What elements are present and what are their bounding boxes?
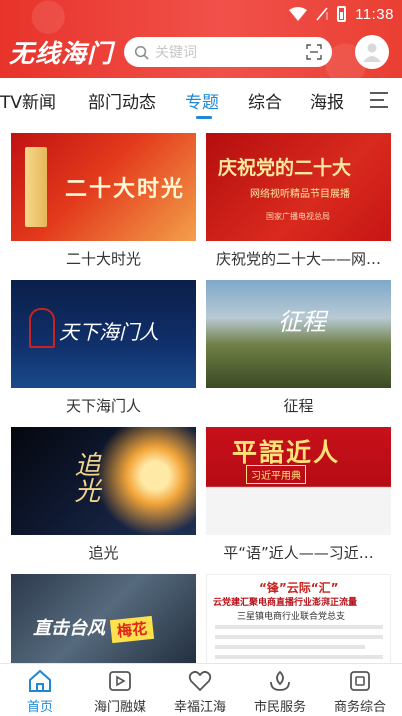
menu-icon[interactable] (370, 92, 390, 108)
topic-card[interactable]: 庆祝党的二十大 网络视听精品节目展播 国家广播电视总局 庆祝党的二十大——网… (206, 133, 391, 269)
service-icon (270, 670, 290, 691)
nav-label: 幸福江海 (173, 700, 226, 715)
status-time: 11:38 (355, 5, 394, 23)
text-line (215, 655, 383, 659)
card-caption: 追光 (88, 544, 119, 562)
tab-special-topics[interactable]: 专题 (185, 88, 219, 113)
thumb-title: 庆祝党的二十大 (218, 157, 352, 179)
avatar[interactable] (355, 35, 389, 69)
tab-general[interactable]: 综合 (248, 88, 282, 113)
thumb-badge: 梅花 (109, 615, 155, 644)
tab-tv-news[interactable]: TV新闻 (0, 88, 56, 113)
user-icon (363, 43, 381, 62)
no-signal-icon (316, 7, 328, 21)
battery-icon (337, 6, 347, 22)
category-tabs: TV新闻 部门动态 专题 综合 海报 (0, 78, 402, 122)
topic-thumbnail: 天下海门人 (11, 280, 196, 388)
heart-icon (188, 670, 212, 692)
thumb-note: 国家广播电视总局 (266, 212, 330, 221)
thumb-note: 三星镇电商行业联合党总支 (237, 612, 346, 622)
thumb-subtitle: 云党建汇聚电商直播行业澎湃正流量 (213, 598, 358, 608)
media-play-icon (109, 671, 131, 691)
nav-business[interactable]: 商务综合 (320, 668, 400, 715)
search-icon (134, 45, 149, 60)
text-line (215, 645, 365, 649)
thumb-subtitle: 习近平用典 (246, 465, 306, 484)
business-icon (350, 671, 370, 691)
topic-thumbnail: 征程 (206, 280, 391, 388)
nav-haimen-media[interactable]: 海门融媒 (80, 668, 160, 715)
app-logo: 无线海门 (9, 39, 114, 68)
topic-thumbnail: 二十大时光 (11, 133, 196, 241)
card-caption: 庆祝党的二十大——网… (215, 250, 381, 268)
card-caption: 平“语”近人——习近… (223, 544, 374, 562)
thumb-title: “锋”云际“汇” (259, 581, 339, 595)
app-header: 11:38 无线海门 关键词 (0, 0, 402, 78)
topic-thumbnail: 直击台风 梅花 (11, 574, 196, 663)
nav-label: 市民服务 (253, 700, 306, 715)
thumb-title: 平語近人 (232, 438, 341, 467)
thumb-title: 直击台风 (33, 618, 105, 639)
bottom-navigation: 首页 海门融媒 幸福江海 市民服务 商务综合 (0, 663, 402, 716)
thumb-title: 征程 (278, 308, 326, 336)
tab-department-news[interactable]: 部门动态 (88, 88, 156, 113)
nav-label: 首页 (26, 700, 53, 715)
pillar-graphic (25, 147, 47, 227)
search-input[interactable]: 关键词 (124, 37, 332, 67)
topic-card[interactable]: 征程 征程 (206, 280, 391, 416)
topic-card[interactable]: “锋”云际“汇” 云党建汇聚电商直播行业澎湃正流量 三星镇电商行业联合党总支 (206, 574, 391, 663)
topic-grid: 二十大时光 二十大时光 庆祝党的二十大 网络视听精品节目展播 国家广播电视总局 … (0, 122, 402, 663)
card-caption: 征程 (283, 397, 314, 415)
card-caption: 天下海门人 (65, 397, 141, 415)
thumb-title: 追光 (70, 451, 100, 503)
text-line (215, 625, 383, 629)
text-line (215, 635, 383, 639)
scan-icon[interactable] (306, 44, 322, 60)
tab-posters[interactable]: 海报 (310, 88, 344, 113)
active-tab-indicator (196, 116, 212, 119)
topic-thumbnail: “锋”云际“汇” 云党建汇聚电商直播行业澎湃正流量 三星镇电商行业联合党总支 (206, 574, 391, 663)
topic-card[interactable]: 天下海门人 天下海门人 (11, 280, 196, 416)
wifi-icon (289, 7, 308, 21)
topic-card[interactable]: 二十大时光 二十大时光 (11, 133, 196, 269)
search-placeholder: 关键词 (155, 45, 197, 61)
topic-thumbnail: 庆祝党的二十大 网络视听精品节目展播 国家广播电视总局 (206, 133, 391, 241)
topic-card[interactable]: 平語近人 习近平用典 平“语”近人——习近… (206, 427, 391, 563)
nav-happy-jianghai[interactable]: 幸福江海 (160, 668, 240, 715)
thumb-title: 二十大时光 (65, 177, 186, 202)
nav-label: 商务综合 (333, 700, 386, 715)
card-caption: 二十大时光 (65, 250, 141, 268)
topic-thumbnail: 追光 (11, 427, 196, 535)
nav-label: 海门融媒 (93, 700, 146, 715)
home-icon (29, 669, 51, 692)
nav-citizen-services[interactable]: 市民服务 (240, 668, 320, 715)
nav-home[interactable]: 首页 (0, 668, 80, 715)
topic-card[interactable]: 追光 追光 (11, 427, 196, 563)
status-bar: 11:38 (0, 0, 402, 28)
thumb-subtitle: 网络视听精品节目展播 (250, 189, 350, 200)
topic-card[interactable]: 直击台风 梅花 (11, 574, 196, 663)
topic-thumbnail: 平語近人 习近平用典 (206, 427, 391, 535)
thumb-title: 天下海门人 (59, 320, 159, 344)
emblem-graphic (29, 308, 55, 348)
